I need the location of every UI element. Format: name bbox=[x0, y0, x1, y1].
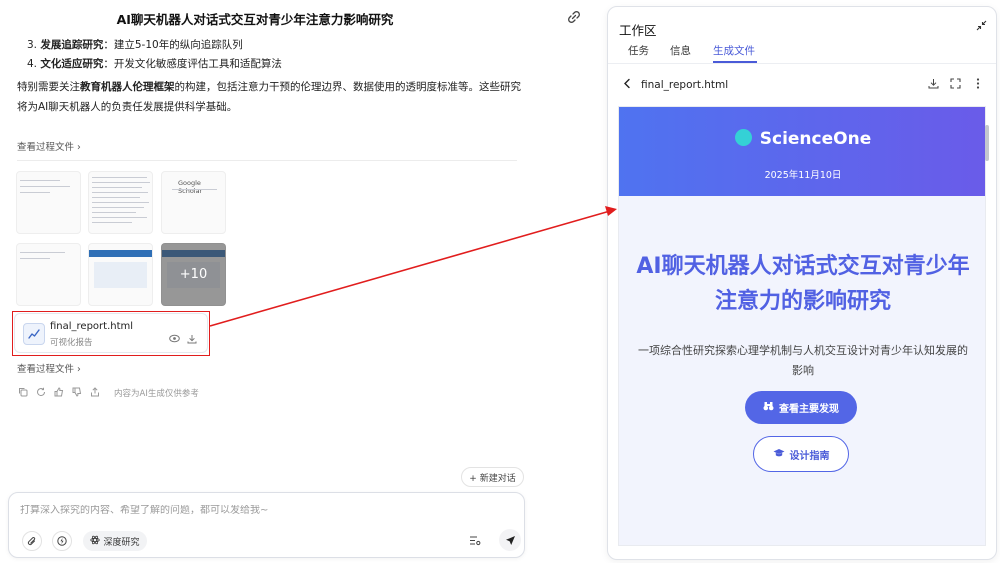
list-number: 4. bbox=[27, 58, 38, 70]
list-label: 文化适应研究 bbox=[40, 58, 104, 70]
more-icon[interactable] bbox=[976, 78, 980, 92]
collapse-icon[interactable] bbox=[976, 20, 987, 34]
tab-tasks[interactable]: 任务 bbox=[628, 43, 649, 58]
report-header: ScienceOne 2025年11月10日 bbox=[619, 107, 985, 196]
tab-info[interactable]: 信息 bbox=[670, 43, 691, 58]
list-item: 4. 文化适应研究：开发文化敏感度评估工具和适配算法 bbox=[27, 56, 282, 71]
report-date: 2025年11月10日 bbox=[764, 170, 842, 181]
attach-icon[interactable] bbox=[22, 531, 42, 551]
view-findings-label: 查看主要发现 bbox=[779, 404, 839, 415]
view-findings-button[interactable]: 查看主要发现 bbox=[745, 391, 857, 424]
divider bbox=[17, 160, 517, 161]
list-number: 3. bbox=[27, 39, 38, 51]
process-thumbnail[interactable]: Google Scholar bbox=[161, 171, 226, 234]
brain-icon bbox=[734, 129, 752, 146]
design-guide-button[interactable]: 设计指南 bbox=[753, 436, 849, 472]
deep-research-label: 深度研究 bbox=[103, 537, 140, 548]
ai-disclaimer: 内容为AI生成仅供参考 bbox=[114, 389, 199, 399]
binoculars-icon bbox=[763, 401, 774, 414]
brand-name: ScienceOne bbox=[759, 129, 872, 149]
workspace-panel: 工作区 任务 信息 生成文件 final_report.html Science… bbox=[607, 6, 997, 560]
report-preview[interactable]: ScienceOne 2025年11月10日 AI聊天机器人对话式交互对青少年注… bbox=[618, 106, 986, 546]
thumbs-up-icon[interactable] bbox=[54, 386, 64, 400]
new-chat-button[interactable]: + 新建对话 bbox=[461, 467, 524, 487]
fullscreen-icon[interactable] bbox=[950, 78, 961, 92]
copy-icon[interactable] bbox=[18, 387, 28, 400]
share-icon[interactable] bbox=[90, 386, 100, 400]
design-guide-label: 设计指南 bbox=[789, 450, 830, 462]
thumbs-down-icon[interactable] bbox=[72, 387, 82, 400]
graduation-cap-icon bbox=[773, 448, 785, 461]
report-brand: ScienceOne bbox=[619, 129, 985, 149]
tools-icon[interactable] bbox=[469, 535, 481, 549]
paragraph-bold: 教育机器人伦理框架 bbox=[80, 81, 175, 93]
chat-input[interactable] bbox=[20, 505, 500, 516]
report-hero: AI聊天机器人对话式交互对青少年注意力的影响研究 一项综合性研究探索心理学机制与… bbox=[619, 196, 985, 545]
atom-icon bbox=[90, 535, 101, 548]
workspace-title: 工作区 bbox=[619, 23, 657, 38]
tabs-divider bbox=[608, 63, 996, 64]
process-thumbnail[interactable] bbox=[88, 171, 153, 234]
list-label: 发展追踪研究 bbox=[40, 39, 104, 51]
process-thumbnail[interactable] bbox=[16, 243, 81, 306]
download-icon[interactable] bbox=[928, 78, 939, 92]
chat-input-box: 深度研究 bbox=[8, 492, 525, 558]
report-title: AI聊天机器人对话式交互对青少年注意力的影响研究 bbox=[636, 254, 970, 314]
answer-paragraph: 特别需要关注教育机器人伦理框架的构建，包括注意力干预的伦理边界、数据使用的透明度… bbox=[17, 77, 522, 117]
more-thumbnails-overlay[interactable]: +10 bbox=[161, 243, 226, 306]
paragraph-pre: 特别需要关注 bbox=[17, 81, 80, 93]
deep-research-button[interactable]: 深度研究 bbox=[83, 531, 147, 551]
chat-title: AI聊天机器人对话式交互对青少年注意力影响研究 bbox=[116, 12, 394, 27]
annotation-highlight-box bbox=[12, 311, 210, 356]
report-subtitle: 一项综合性研究探索心理学机制与人机交互设计对青少年认知发展的影响 bbox=[638, 344, 968, 377]
process-thumbnail[interactable] bbox=[88, 243, 153, 306]
lightning-icon[interactable] bbox=[52, 531, 72, 551]
back-arrow-icon[interactable] bbox=[623, 78, 631, 92]
view-process-files-link[interactable]: 查看过程文件 › bbox=[17, 139, 81, 153]
refresh-icon[interactable] bbox=[36, 387, 46, 400]
google-scholar-text: Google Scholar bbox=[178, 179, 203, 195]
list-text: ：建立5-10年的纵向追踪队列 bbox=[103, 39, 243, 51]
process-thumbnail[interactable] bbox=[16, 171, 81, 234]
list-item: 3. 发展追踪研究：建立5-10年的纵向追踪队列 bbox=[27, 37, 243, 52]
send-icon[interactable] bbox=[499, 529, 521, 551]
list-text: ：开发文化敏感度评估工具和适配算法 bbox=[103, 58, 282, 70]
message-actions: 内容为AI生成仅供参考 bbox=[18, 386, 199, 400]
view-process-files-link[interactable]: 查看过程文件 › bbox=[17, 361, 81, 375]
open-file-name: final_report.html bbox=[641, 79, 729, 91]
tab-generated-files[interactable]: 生成文件 bbox=[713, 43, 755, 58]
link-icon[interactable] bbox=[567, 10, 581, 24]
preview-scrollbar[interactable] bbox=[985, 125, 989, 161]
